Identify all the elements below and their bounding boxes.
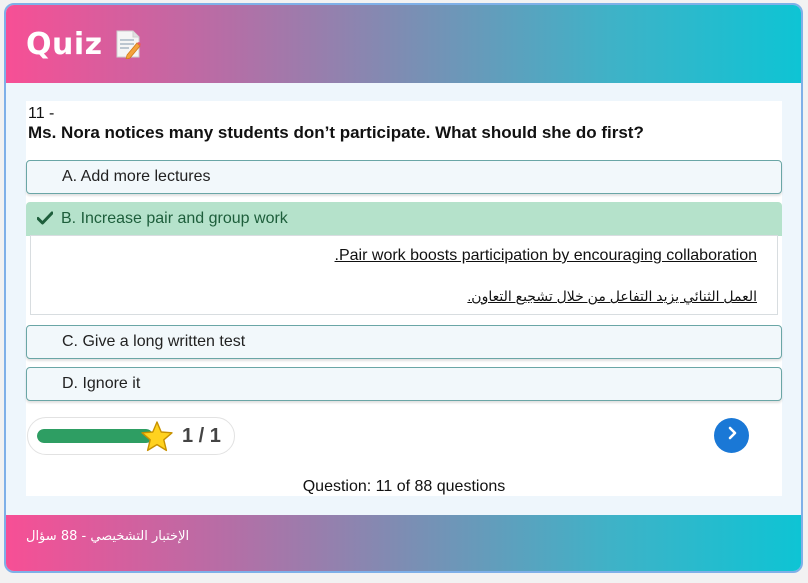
option-c-label: C. Give a long written test [62,333,246,350]
option-b[interactable]: B. Increase pair and group work [26,202,782,236]
star-icon [140,420,174,454]
footer-text: الإختبار التشخيصي - 88 سؤال [26,529,190,544]
check-icon [36,211,54,225]
chevron-right-icon [725,426,739,445]
quiz-body: 11 - Ms. Nora notices many students don’… [26,101,782,496]
quiz-header: Quiz [6,5,801,83]
progress-bar-fill [37,429,153,443]
option-d[interactable]: D. Ignore it [26,367,782,401]
question-counter: Question: 11 of 88 questions [302,478,506,495]
option-b-label: B. Increase pair and group work [61,210,288,227]
progress-bar [37,429,153,443]
explanation-arabic: العمل الثنائي يزيد التفاعل من خلال تشجيع… [467,288,757,304]
quiz-title: Quiz [26,26,103,62]
quiz-card: Quiz 11 - Ms. Nora notices many students… [4,3,803,573]
option-a-label: A. Add more lectures [62,168,211,185]
progress-text: 1 / 1 [182,425,221,447]
option-c[interactable]: C. Give a long written test [26,325,782,359]
option-d-label: D. Ignore it [62,375,141,392]
memo-icon [115,29,141,60]
quiz-footer: الإختبار التشخيصي - 88 سؤال [6,515,801,571]
next-button[interactable] [714,418,749,453]
progress-indicator: 1 / 1 [27,417,235,455]
explanation-box: Pair work boosts participation by encour… [30,235,778,315]
option-a[interactable]: A. Add more lectures [26,160,782,194]
question-number: 11 - [28,105,55,122]
question-text: Ms. Nora notices many students don’t par… [28,123,644,142]
explanation-english: Pair work boosts participation by encour… [334,247,757,264]
